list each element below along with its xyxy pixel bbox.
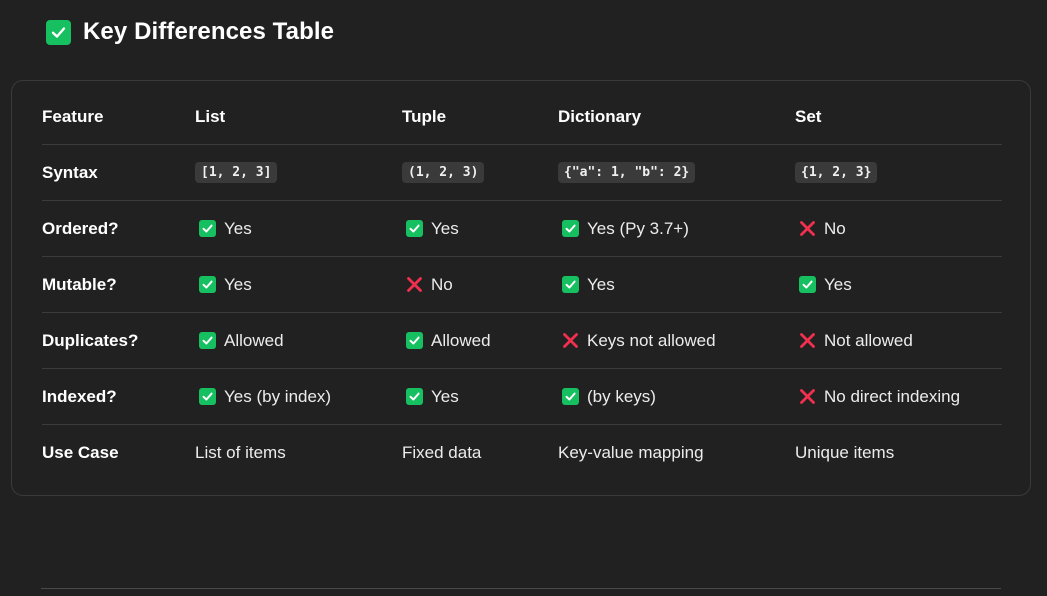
header-dictionary: Dictionary	[558, 106, 642, 126]
cell-text: Yes	[824, 274, 852, 294]
cell-text: Keys not allowed	[587, 330, 716, 350]
cell-text: Key-value mapping	[558, 443, 704, 462]
heading-title: Key Differences Table	[83, 18, 335, 45]
check-mark-icon	[562, 276, 579, 293]
check-mark-icon	[562, 220, 579, 237]
cross-mark-icon	[406, 276, 423, 293]
cell-text: Yes (Py 3.7+)	[587, 218, 689, 238]
table-row: Duplicates? Allowed Allowed Keys not allowe…	[42, 313, 1002, 369]
table-row: Use Case List of items Fixed data Key-value…	[42, 425, 1002, 481]
cell-text: Fixed data	[402, 443, 482, 462]
cross-mark-icon	[799, 332, 816, 349]
cell-text: Yes	[431, 386, 459, 406]
row-feature-label: Syntax	[42, 162, 98, 182]
check-mark-icon	[562, 388, 579, 405]
header-feature: Feature	[42, 106, 104, 126]
check-mark-icon	[406, 388, 423, 405]
header-tuple: Tuple	[402, 106, 447, 126]
cell-list: Allowed	[195, 313, 284, 368]
cell-tuple: No	[402, 257, 453, 312]
code-snippet: {1, 2, 3}	[795, 162, 878, 183]
cell-dictionary: Yes	[558, 257, 615, 312]
cell-list: Yes (by index)	[195, 369, 331, 424]
cell-dictionary: Yes (Py 3.7+)	[558, 201, 689, 256]
check-mark-icon	[199, 388, 216, 405]
cell-set: {1, 2, 3}	[795, 145, 878, 200]
cell-dictionary: {"a": 1, "b": 2}	[558, 145, 696, 200]
cell-text: (by keys)	[587, 386, 656, 406]
row-feature-label: Use Case	[42, 443, 119, 462]
cell-dictionary: Keys not allowed	[558, 313, 716, 368]
cell-list: Yes	[195, 201, 252, 256]
cell-dictionary: Key-value mapping	[558, 425, 704, 481]
cell-list: List of items	[195, 425, 286, 481]
cross-mark-icon	[799, 388, 816, 405]
cell-text: Yes	[431, 218, 459, 238]
cell-set: No direct indexing	[795, 369, 960, 424]
cell-text: Yes	[224, 274, 252, 294]
row-feature-label: Mutable?	[42, 274, 117, 294]
table-row: Ordered? Yes Yes Yes (Py 3.7+) No	[42, 201, 1002, 257]
cell-text: No	[824, 218, 846, 238]
code-snippet: {"a": 1, "b": 2}	[558, 162, 696, 183]
comparison-table: Feature List Tuple Dictionary Set Syntax…	[11, 80, 1031, 496]
cell-text: List of items	[195, 443, 286, 462]
header-list: List	[195, 106, 226, 126]
table-header-row: Feature List Tuple Dictionary Set	[42, 89, 1002, 145]
header-set: Set	[795, 106, 822, 126]
cell-text: Not allowed	[824, 330, 913, 350]
row-feature-label: Indexed?	[42, 386, 117, 406]
cell-text: Unique items	[795, 443, 895, 462]
cell-set: Unique items	[795, 425, 894, 481]
cross-mark-icon	[562, 332, 579, 349]
cell-set: Yes	[795, 257, 852, 312]
cell-list: [1, 2, 3]	[195, 145, 278, 200]
cell-text: Allowed	[224, 330, 284, 350]
cross-mark-icon	[799, 220, 816, 237]
cell-tuple: (1, 2, 3)	[402, 145, 485, 200]
cell-text: Yes (by index)	[224, 386, 332, 406]
check-mark-icon	[199, 332, 216, 349]
check-mark-icon	[799, 276, 816, 293]
code-snippet: (1, 2, 3)	[402, 162, 485, 183]
cell-tuple: Allowed	[402, 313, 491, 368]
cell-tuple: Yes	[402, 369, 459, 424]
bottom-divider	[41, 588, 1001, 589]
row-feature-label: Duplicates?	[42, 330, 139, 350]
cell-text: No direct indexing	[824, 386, 961, 406]
cell-text: Yes	[587, 274, 615, 294]
table-row: Syntax [1, 2, 3] (1, 2, 3) {"a": 1, "b": 2}…	[42, 145, 1002, 201]
row-feature-label: Ordered?	[42, 218, 119, 238]
table-row: Mutable? Yes No Yes Yes	[42, 257, 1002, 313]
code-snippet: [1, 2, 3]	[195, 162, 278, 183]
cell-text: Allowed	[431, 330, 491, 350]
check-mark-icon	[199, 276, 216, 293]
table-row: Indexed? Yes (by index) Yes (by keys) No dir…	[42, 369, 1002, 425]
check-box-icon	[46, 19, 71, 45]
check-mark-icon	[406, 332, 423, 349]
section-heading: Key Differences Table	[46, 18, 334, 46]
cell-text: Yes	[224, 218, 252, 238]
cell-list: Yes	[195, 257, 252, 312]
check-mark-icon	[199, 220, 216, 237]
check-mark-icon	[406, 220, 423, 237]
cell-tuple: Fixed data	[402, 425, 481, 481]
cell-dictionary: (by keys)	[558, 369, 656, 424]
cell-tuple: Yes	[402, 201, 459, 256]
cell-set: No	[795, 201, 846, 256]
cell-set: Not allowed	[795, 313, 913, 368]
cell-text: No	[431, 274, 453, 294]
